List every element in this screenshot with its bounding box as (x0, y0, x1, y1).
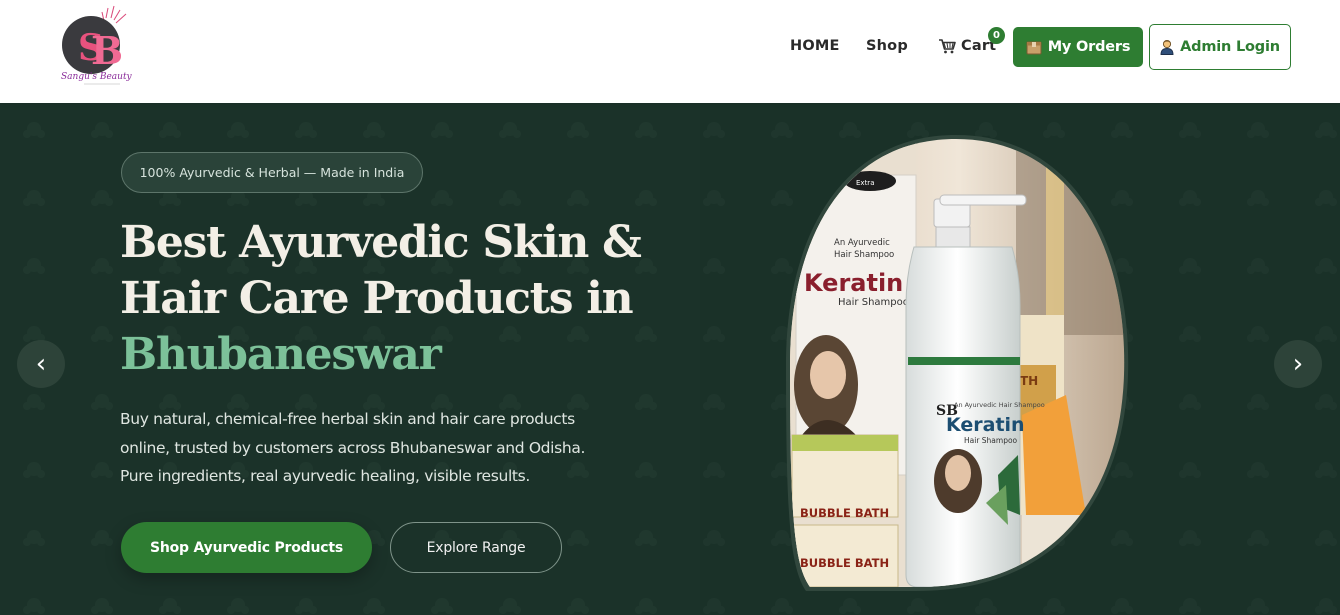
nav-cart-link[interactable]: Cart (938, 38, 996, 54)
cart-count-badge: 0 (988, 27, 1005, 44)
description-line-2: online, trusted by customers across Bhub… (120, 438, 586, 457)
svg-text:BUBBLE BATH: BUBBLE BATH (800, 506, 889, 520)
logo-script-text: Sangu's Beauty (61, 72, 132, 82)
admin-login-button[interactable]: Admin Login (1149, 24, 1291, 70)
svg-text:Hair Shampoo: Hair Shampoo (964, 436, 1018, 445)
shop-ayurvedic-products-button[interactable]: Shop Ayurvedic Products (121, 522, 372, 573)
svg-text:An Ayurvedic: An Ayurvedic (834, 238, 890, 248)
svg-text:Keratin: Keratin (804, 269, 903, 297)
headline-line-2: Hair Care Products in (120, 273, 634, 324)
hero-product-image: Extra An Ayurvedic Hair Shampoo Keratin … (786, 135, 1129, 591)
hero-headline: Best Ayurvedic Skin & Hair Care Products… (120, 215, 680, 383)
my-orders-label: My Orders (1047, 39, 1131, 55)
hero-description: Buy natural, chemical-free herbal skin a… (120, 405, 640, 491)
site-header: S B Sangu's Beauty HOME Shop Cart 0 My O… (0, 0, 1340, 103)
svg-text:Keratin: Keratin (946, 414, 1025, 436)
carousel-prev-button[interactable]: ‹ (17, 340, 65, 388)
svg-text:BUBBLE BATH: BUBBLE BATH (800, 556, 889, 570)
svg-text:Extra: Extra (856, 179, 874, 187)
description-line-1: Buy natural, chemical-free herbal skin a… (120, 410, 575, 428)
svg-text:An Ayurvedic Hair Shampoo: An Ayurvedic Hair Shampoo (954, 401, 1045, 409)
nav-home-link[interactable]: HOME (790, 38, 840, 54)
svg-text:TH: TH (1020, 374, 1038, 388)
svg-text:Hair Shampoo: Hair Shampoo (834, 250, 894, 260)
svg-text:B: B (91, 28, 123, 73)
explore-range-button[interactable]: Explore Range (390, 522, 562, 573)
orders-box-icon (1026, 41, 1042, 54)
headline-accent: Bhubaneswar (120, 329, 442, 380)
my-orders-button[interactable]: My Orders (1013, 27, 1143, 67)
description-line-3: Pure ingredients, real ayurvedic healing… (120, 467, 530, 485)
chevron-left-icon: ‹ (35, 349, 47, 379)
headline-line-1: Best Ayurvedic Skin & (120, 217, 642, 268)
admin-login-label: Admin Login (1180, 39, 1280, 55)
svg-text:Hair Shampoo: Hair Shampoo (838, 297, 909, 308)
chevron-right-icon: › (1292, 349, 1304, 379)
hero-banner: 100% Ayurvedic & Herbal — Made in India … (0, 103, 1340, 615)
carousel-next-button[interactable]: › (1274, 340, 1322, 388)
brand-logo[interactable]: S B Sangu's Beauty (54, 4, 133, 88)
cart-icon (939, 39, 956, 54)
ayurvedic-badge: 100% Ayurvedic & Herbal — Made in India (121, 152, 423, 193)
nav-shop-link[interactable]: Shop (866, 38, 908, 54)
admin-user-icon (1160, 39, 1174, 55)
